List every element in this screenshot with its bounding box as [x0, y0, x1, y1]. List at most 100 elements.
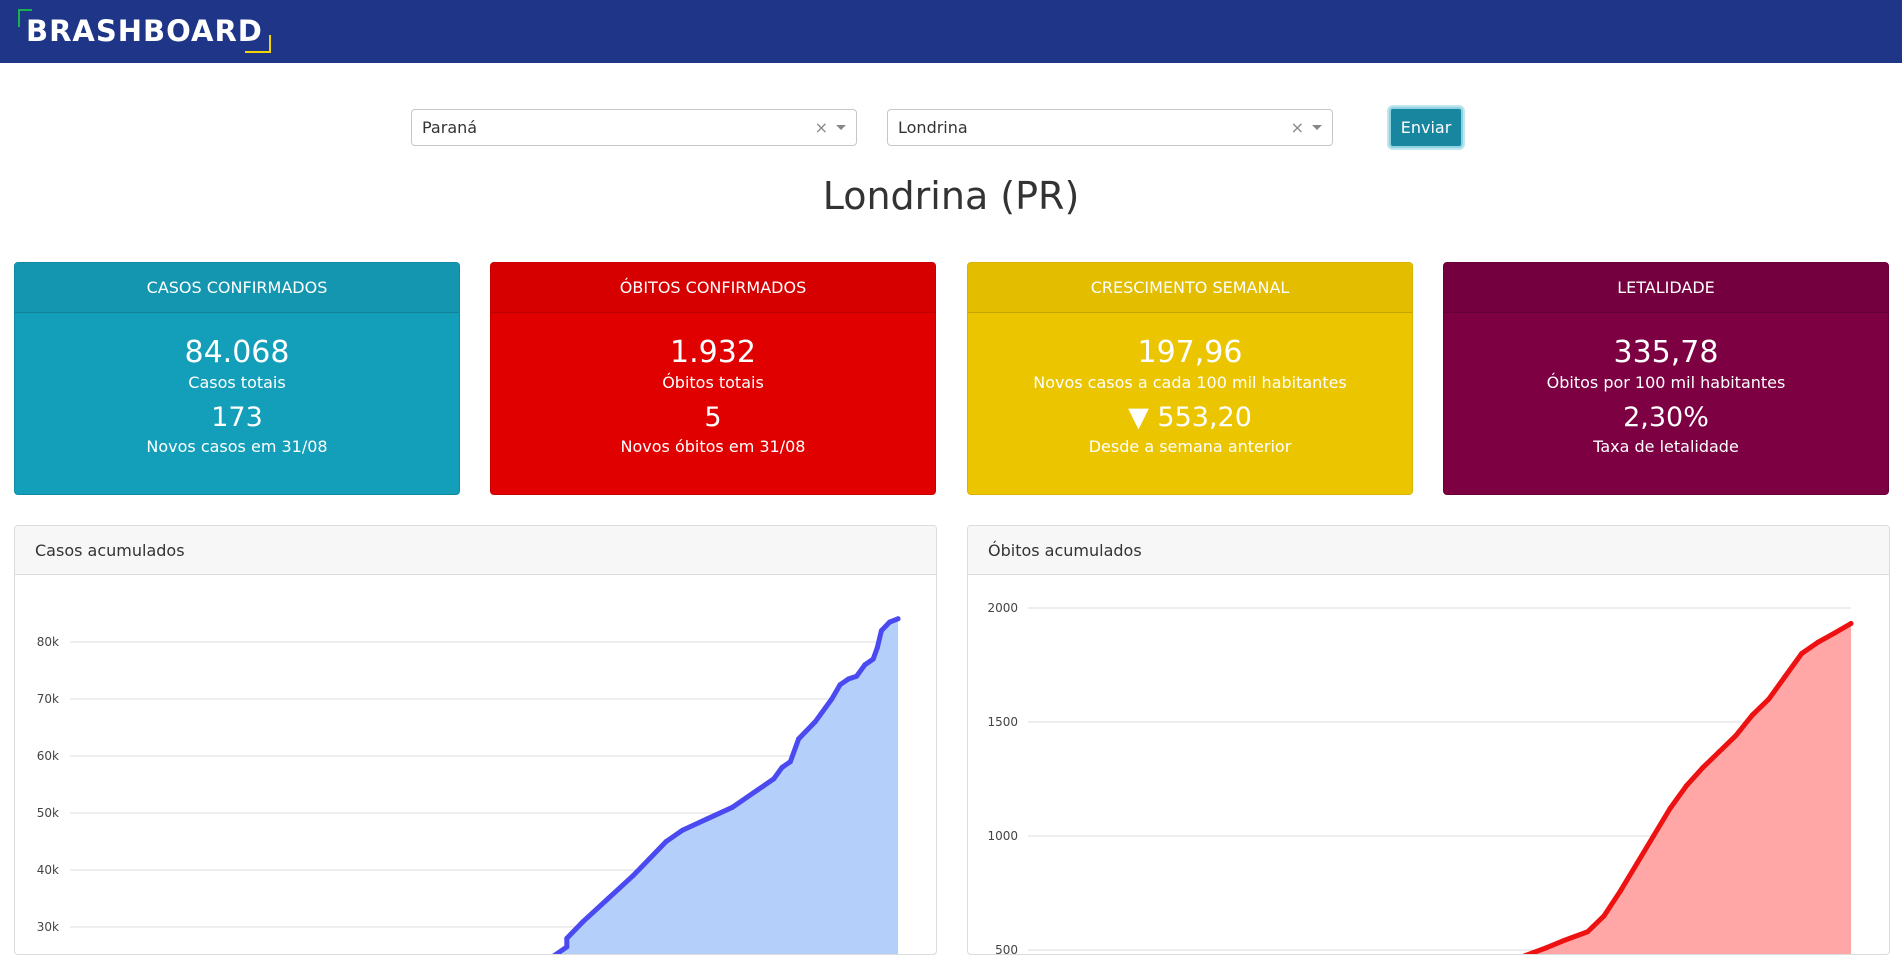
lethality-rate-value: 2,30% — [1623, 402, 1709, 433]
data-point — [663, 839, 669, 844]
brand-name: BRASHBOARD — [26, 14, 263, 48]
data-point — [870, 656, 876, 662]
data-point — [1799, 651, 1805, 657]
lethality-per100k-value: 335,78 — [1613, 335, 1719, 370]
cases-new-value: 173 — [211, 402, 263, 433]
series-area — [1529, 623, 1851, 954]
state-clear-icon[interactable]: × — [815, 110, 828, 145]
growth-change-label: Desde a semana anterior — [1088, 437, 1292, 456]
state-select[interactable]: Paraná × — [411, 109, 857, 146]
data-point — [837, 682, 843, 688]
brand-corner-green — [18, 9, 32, 27]
data-point — [771, 776, 777, 782]
data-point — [1832, 630, 1838, 636]
data-point — [1733, 733, 1739, 739]
cases-total-label: Casos totais — [188, 373, 286, 392]
card-cases: CASOS CONFIRMADOS 84.068 Casos totais 17… — [14, 262, 460, 495]
series-area — [556, 618, 898, 954]
y-tick-label: 40k — [37, 863, 59, 877]
brand-logo[interactable]: BRASHBOARD — [18, 9, 271, 53]
card-deaths-header: ÓBITOS CONFIRMADOS — [491, 263, 935, 313]
data-point — [1585, 929, 1591, 935]
card-lethality-header: LETALIDADE — [1444, 263, 1888, 313]
data-point — [1601, 913, 1607, 919]
data-point — [580, 918, 586, 924]
data-point — [1700, 765, 1706, 771]
data-point — [845, 676, 851, 682]
data-point — [1749, 712, 1755, 718]
data-point — [878, 628, 884, 634]
card-deaths: ÓBITOS CONFIRMADOS 1.932 Óbitos totais 5… — [490, 262, 936, 495]
data-point — [787, 759, 793, 765]
panel-cases-title: Casos acumulados — [15, 526, 936, 575]
data-point — [829, 696, 835, 702]
city-select-value: Londrina — [898, 118, 968, 137]
data-point — [854, 673, 860, 679]
cases-chart: 20k30k40k50k60k70k80k — [37, 616, 901, 954]
data-point — [812, 719, 818, 725]
growth-value: 197,96 — [1137, 335, 1243, 370]
data-point — [1543, 945, 1549, 951]
state-chevron-down-icon[interactable] — [836, 125, 846, 130]
y-tick-label: 30k — [37, 920, 59, 934]
data-point — [729, 804, 735, 810]
data-point — [1618, 888, 1624, 894]
submit-button[interactable]: Enviar — [1389, 107, 1463, 148]
deaths-new-value: 5 — [704, 402, 722, 433]
growth-label: Novos casos a cada 100 mil habitantes — [1033, 373, 1347, 392]
brand-corner-yellow — [244, 35, 271, 53]
deaths-total-value: 1.932 — [670, 335, 756, 370]
data-point — [1766, 696, 1772, 702]
data-point — [1683, 783, 1689, 789]
y-tick-label: 1000 — [987, 829, 1018, 843]
deaths-chart: 500 1000 1500 2000 — [987, 601, 1854, 955]
city-select[interactable]: Londrina × — [887, 109, 1333, 146]
panel-deaths-title: Óbitos acumulados — [968, 526, 1889, 575]
data-point — [874, 645, 880, 651]
data-point — [754, 787, 760, 793]
card-growth: CRESCIMENTO SEMANAL 197,96 Novos casos a… — [967, 262, 1413, 495]
cases-total-value: 84.068 — [184, 335, 290, 370]
data-point — [705, 816, 711, 822]
card-lethality: LETALIDADE 335,78 Óbitos por 100 mil hab… — [1443, 262, 1889, 495]
panel-cases-chart: Casos acumulados 20k30k40k50k60k70k80k — [14, 525, 937, 955]
data-point — [1848, 621, 1854, 627]
panel-deaths-chart: Óbitos acumulados 500 1000 1500 2000 — [967, 525, 1890, 955]
cases-new-label: Novos casos em 31/08 — [146, 437, 328, 456]
data-point — [680, 827, 686, 833]
data-point — [605, 896, 611, 901]
lethality-per100k-label: Óbitos por 100 mil habitantes — [1546, 373, 1786, 392]
card-growth-header: CRESCIMENTO SEMANAL — [968, 263, 1412, 313]
data-point — [895, 616, 901, 622]
state-select-value: Paraná — [422, 118, 478, 137]
deaths-new-label: Novos óbitos em 31/08 — [620, 437, 806, 456]
city-clear-icon[interactable]: × — [1291, 110, 1304, 145]
data-point — [564, 935, 570, 941]
data-point — [1815, 639, 1821, 645]
card-cases-header: CASOS CONFIRMADOS — [15, 263, 459, 313]
lethality-rate-label: Taxa de letalidade — [1593, 437, 1739, 456]
data-point — [630, 873, 636, 879]
growth-change-value: ▼ 553,20 — [1128, 402, 1252, 433]
y-tick-label: 1500 — [987, 715, 1018, 729]
data-point — [1782, 673, 1788, 679]
data-point — [1634, 860, 1640, 866]
y-tick-label: 70k — [37, 692, 59, 706]
data-point — [887, 619, 893, 625]
y-tick-label: 80k — [37, 635, 59, 649]
data-point — [862, 662, 868, 668]
data-point — [564, 944, 570, 950]
page-title: Londrina (PR) — [822, 174, 1080, 218]
deaths-total-label: Óbitos totais — [662, 373, 764, 392]
city-chevron-down-icon[interactable] — [1312, 125, 1322, 130]
data-point — [1667, 806, 1673, 812]
y-tick-label: 60k — [37, 749, 59, 763]
y-tick-label: 2000 — [987, 601, 1018, 615]
navbar: BRASHBOARD — [0, 0, 1902, 63]
data-point — [647, 856, 653, 862]
data-point — [1650, 833, 1656, 839]
data-point — [779, 764, 785, 770]
y-tick-label: 500 — [995, 943, 1018, 955]
data-point — [1716, 749, 1722, 755]
data-point — [796, 736, 802, 742]
